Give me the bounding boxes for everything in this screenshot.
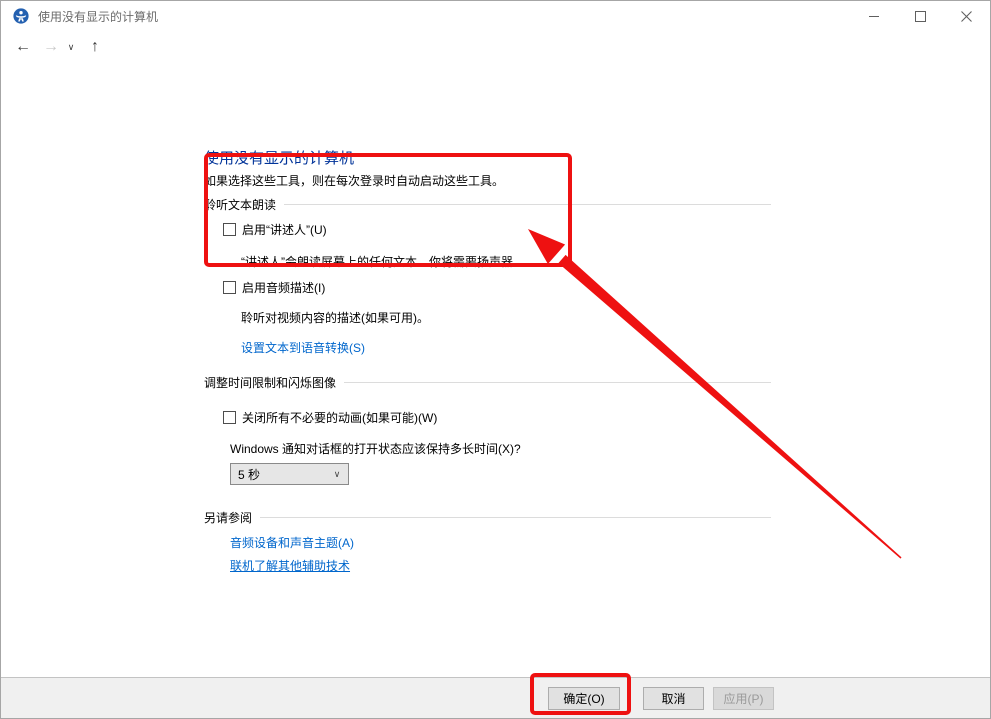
section-divider	[344, 382, 771, 383]
page-title: 使用没有显示的计算机	[204, 147, 354, 168]
notification-duration-label: Windows 通知对话框的打开状态应该保持多长时间(X)?	[230, 440, 521, 457]
animations-checkbox-row: 关闭所有不必要的动画(如果可能)(W)	[223, 409, 437, 426]
section-time-limits-heading: 调整时间限制和闪烁图像	[204, 374, 336, 391]
section-time-limits: 调整时间限制和闪烁图像	[204, 374, 771, 391]
back-icon[interactable]: ←	[11, 31, 35, 63]
audio-description-checkbox-label[interactable]: 启用音频描述(I)	[242, 279, 325, 296]
assistive-tech-online-link[interactable]: 联机了解其他辅助技术	[230, 557, 350, 574]
section-see-also: 另请参阅	[204, 509, 771, 526]
audio-description-description: 聆听对视频内容的描述(如果可用)。	[241, 309, 429, 326]
minimize-button[interactable]	[851, 1, 897, 31]
page-subtitle: 如果选择这些工具，则在每次登录时自动启动这些工具。	[204, 172, 504, 189]
navigation-bar: ← → ∨ ↑ › 控制面板 › 轻松使用 › 轻松使用设置中心 › 使用没有显…	[1, 31, 990, 63]
section-hear-text: 聆听文本朗读	[204, 196, 771, 213]
text-to-speech-link[interactable]: 设置文本到语音转换(S)	[241, 339, 365, 356]
window-title: 使用没有显示的计算机	[38, 8, 158, 25]
up-icon[interactable]: ↑	[83, 31, 107, 63]
animations-checkbox[interactable]	[223, 411, 236, 424]
footer-bar: 确定(O) 取消 应用(P)	[1, 677, 990, 718]
maximize-button[interactable]	[897, 1, 943, 31]
close-button[interactable]	[943, 1, 989, 31]
audio-description-checkbox[interactable]	[223, 281, 236, 294]
section-hear-text-heading: 聆听文本朗读	[204, 196, 276, 213]
cancel-button[interactable]: 取消	[643, 687, 704, 710]
window-controls	[851, 1, 989, 31]
audio-devices-link[interactable]: 音频设备和声音主题(A)	[230, 534, 354, 551]
ease-of-access-icon	[13, 8, 29, 24]
narrator-checkbox-row: 启用“讲述人”(U)	[223, 221, 327, 238]
combo-chevron-down-icon: ∨	[326, 469, 348, 480]
apply-button[interactable]: 应用(P)	[713, 687, 774, 710]
window: 使用没有显示的计算机 ← → ∨ ↑	[0, 0, 991, 719]
notification-duration-select[interactable]: 5 秒 ∨	[230, 463, 349, 485]
section-divider	[260, 517, 771, 518]
section-see-also-heading: 另请参阅	[204, 509, 252, 526]
narrator-checkbox[interactable]	[223, 223, 236, 236]
content-pane: 使用没有显示的计算机 如果选择这些工具，则在每次登录时自动启动这些工具。 聆听文…	[1, 63, 990, 675]
ok-button[interactable]: 确定(O)	[548, 687, 620, 710]
notification-duration-value: 5 秒	[231, 466, 326, 483]
recent-pages-chevron-icon[interactable]: ∨	[63, 31, 79, 63]
animations-checkbox-label[interactable]: 关闭所有不必要的动画(如果可能)(W)	[242, 409, 437, 426]
forward-icon[interactable]: →	[39, 31, 63, 63]
narrator-description: “讲述人”会朗读屏幕上的任何文本。你将需要扬声器。	[241, 253, 525, 270]
narrator-checkbox-label[interactable]: 启用“讲述人”(U)	[242, 221, 327, 238]
audio-description-checkbox-row: 启用音频描述(I)	[223, 279, 325, 296]
titlebar: 使用没有显示的计算机	[1, 1, 990, 31]
section-divider	[284, 204, 771, 205]
